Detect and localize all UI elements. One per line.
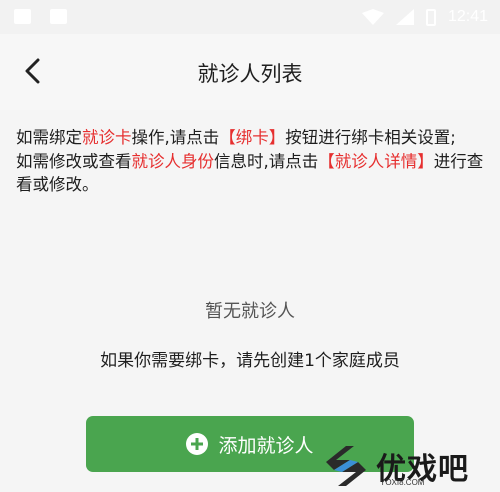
signal-icon: [395, 9, 414, 25]
notice-highlight: 就诊人身份: [131, 151, 215, 171]
watermark-url: YOXI8.COM: [380, 478, 425, 487]
notification-icon: [14, 9, 31, 24]
empty-state-title: 暂无就诊人: [205, 301, 295, 322]
notice-highlight: 就诊卡: [82, 128, 132, 147]
status-icons: 12:41: [361, 8, 488, 26]
empty-state-hint: 如果你需要绑卡，请先创建1个家庭成员: [100, 351, 400, 371]
notice-highlight: 【就诊人详情】: [318, 151, 434, 171]
watermark-logo-icon: [326, 446, 366, 486]
wifi-icon: [361, 9, 384, 25]
notice-highlight: 【绑卡】: [219, 128, 286, 147]
notice-text-part: 如需修改或查看: [16, 151, 132, 171]
notice-text-part: 如需绑定: [16, 128, 82, 147]
add-patient-label: 添加就诊人: [218, 434, 314, 457]
app-header: 就诊人列表: [0, 34, 500, 110]
notice-text-part: 信息时,请点击: [214, 151, 319, 171]
watermark: 优戏吧 YOXI8.COM: [318, 440, 500, 492]
page-title: 就诊人列表: [197, 62, 303, 86]
notification-icon: [50, 9, 67, 24]
notice-text-part: 按钮进行绑卡相关设置;: [285, 128, 456, 147]
status-bar: 12:41: [0, 0, 500, 34]
plus-circle-icon: [186, 433, 209, 455]
notice-text-part: 操作,请点击: [131, 128, 220, 147]
status-time: 12:41: [447, 8, 488, 25]
battery-icon: [425, 8, 436, 26]
notice-text: 如需绑定就诊卡操作,请点击【绑卡】按钮进行绑卡相关设置; 如需修改或查看就诊人身…: [16, 126, 488, 197]
